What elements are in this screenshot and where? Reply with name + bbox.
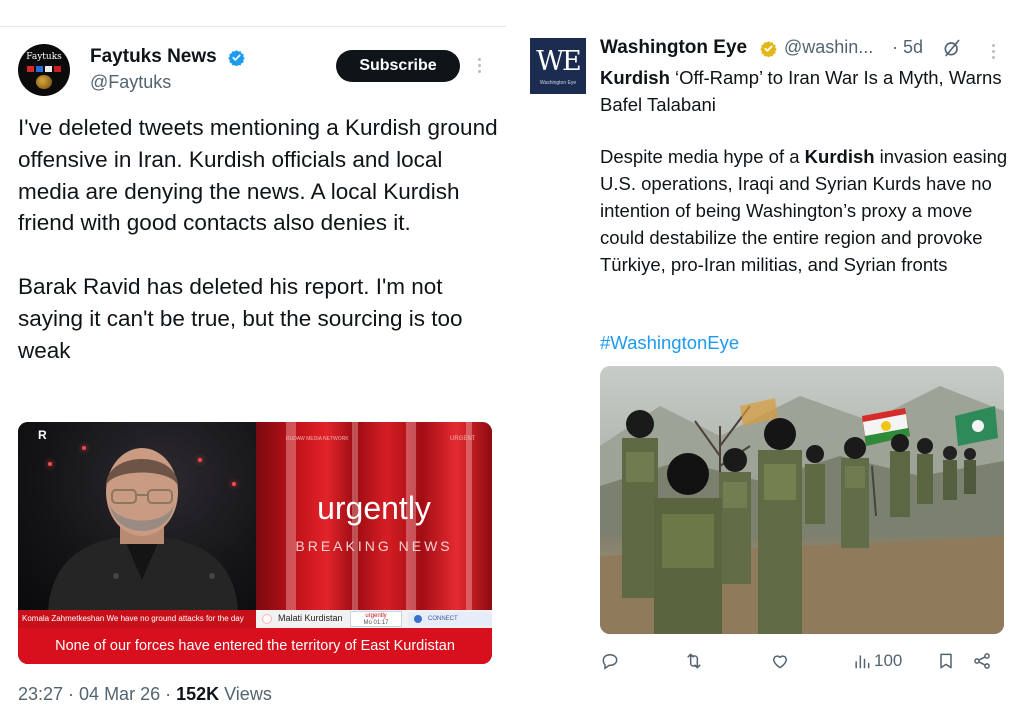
retweet-icon — [687, 653, 701, 669]
tweet-actions: 100 — [600, 650, 1020, 672]
tweet-paragraph: I've deleted tweets mentioning a Kurdish… — [18, 115, 498, 236]
reply-button[interactable] — [600, 650, 620, 672]
bookmark-button[interactable] — [936, 650, 956, 672]
left-tweet: Faytuks Faytuks News @Faytuks Subscribe … — [0, 0, 510, 720]
grok-icon[interactable] — [942, 38, 962, 58]
ticker-pill-time: Mo 01:17 — [363, 620, 389, 626]
reply-icon — [602, 653, 618, 670]
author-handle[interactable]: @Faytuks — [90, 72, 171, 93]
body-text-pre: Despite media hype of a — [600, 146, 805, 167]
video-caption: None of our forces have entered the terr… — [18, 628, 492, 664]
avatar-label: Faytuks — [26, 52, 62, 62]
avatar[interactable]: Faytuks — [18, 44, 70, 96]
connect-icon — [414, 615, 422, 623]
video-headline: urgently — [317, 490, 431, 526]
like-button[interactable] — [770, 650, 790, 672]
gold-verified-icon — [760, 41, 777, 57]
subscribe-button[interactable]: Subscribe — [336, 50, 460, 82]
tweet-timestamp[interactable]: · 5d — [892, 37, 923, 58]
headline-bold: Kurdish — [600, 67, 670, 88]
urgent-tag: URGENT — [450, 436, 476, 442]
body-text-bold: Kurdish — [804, 146, 875, 167]
divider — [0, 26, 506, 27]
video-subheadline: BREAKING NEWS — [295, 538, 453, 554]
share-button[interactable] — [972, 650, 992, 672]
views-count: 152K — [176, 684, 220, 704]
author-name[interactable]: Faytuks News — [90, 46, 217, 68]
video-thumbnail[interactable]: R RUDAW MEDIA NETWORK URGENT urgently BR… — [18, 422, 492, 664]
presenter-image — [48, 448, 238, 610]
hashtag-link[interactable]: #WashingtonEye — [600, 332, 739, 354]
views-button[interactable]: 100 — [852, 650, 902, 672]
tweet-text: Despite media hype of a Kurdish invasion… — [600, 144, 1010, 279]
right-tweet: WE Washington Eye Washington Eye @washin… — [516, 0, 1024, 720]
verified-icon — [228, 50, 245, 66]
tweet-image[interactable] — [600, 366, 1004, 634]
bookmark-icon — [940, 653, 952, 669]
ticker-connect: CONNECT — [408, 612, 492, 626]
tweet-meta: 23:27 · 04 Mar 26 · 152K Views — [18, 684, 272, 705]
fighters-photo — [600, 386, 1004, 634]
avatar-logo-subtext: Washington Eye — [539, 80, 577, 86]
views-icon — [855, 655, 870, 669]
more-icon[interactable] — [478, 58, 482, 74]
network-tag: RUDAW MEDIA NETWORK — [286, 436, 349, 442]
retweet-button[interactable] — [684, 650, 704, 672]
tweet-timestamp[interactable]: 23:27 · 04 Mar 26 · — [18, 684, 176, 704]
ticker-separator-icon — [262, 614, 272, 624]
ticker-connect-label: CONNECT — [428, 616, 458, 622]
tweet-paragraph: Barak Ravid has deleted his report. I'm … — [18, 274, 463, 363]
tweet-headline: Kurdish ‘Off-Ramp’ to Iran War Is a Myth… — [600, 64, 1010, 118]
views-count: 100 — [874, 651, 903, 670]
tweet-text: I've deleted tweets mentioning a Kurdish… — [18, 112, 502, 367]
author-name[interactable]: Washington Eye — [600, 37, 747, 59]
globe-icon — [36, 75, 52, 89]
ticker-pill: urgently Mo 01:17 — [350, 611, 402, 627]
avatar[interactable]: WE Washington Eye — [530, 38, 586, 94]
news-ticker: Komala Zahmetkeshan We have no ground at… — [18, 610, 492, 628]
ticker-pill-label: urgently — [365, 613, 387, 619]
avatar-flags — [27, 66, 61, 72]
ticker-left-text: Komala Zahmetkeshan We have no ground at… — [22, 614, 244, 623]
ticker-right-text: Malati Kurdistan — [278, 613, 343, 623]
more-icon[interactable] — [992, 44, 996, 60]
author-handle[interactable]: @washin... — [784, 37, 873, 58]
share-icon — [974, 653, 990, 669]
avatar-logo-text: WE — [536, 46, 581, 77]
views-label: Views — [219, 684, 272, 704]
like-icon — [773, 655, 787, 669]
